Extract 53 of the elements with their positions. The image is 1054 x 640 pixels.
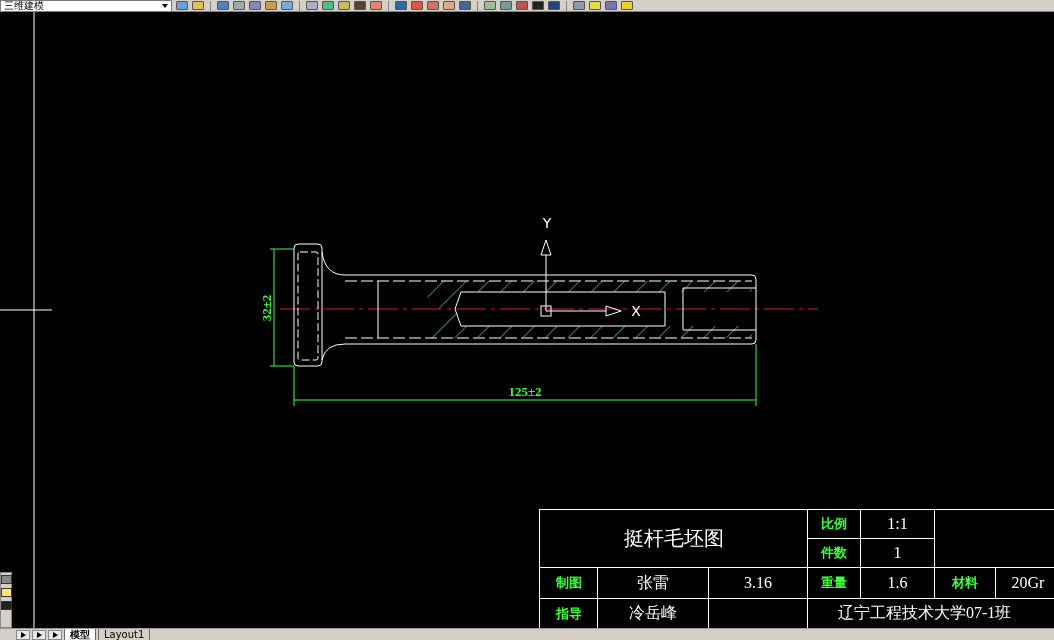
toolbar-icon[interactable]	[605, 1, 617, 10]
palette-icon[interactable]	[0, 601, 12, 610]
toolbar-icon[interactable]	[306, 1, 318, 10]
toolbar-icon[interactable]	[573, 1, 585, 10]
toolbar-icon[interactable]	[338, 1, 350, 10]
toolbar-icon[interactable]	[484, 1, 496, 10]
title-block-value: 20Gr	[996, 568, 1054, 598]
tab-scroll-button[interactable]	[32, 629, 46, 640]
toolbar-icon[interactable]	[548, 1, 560, 10]
title-block-value: 1:1	[861, 510, 934, 538]
tab-scroll-button[interactable]	[48, 629, 62, 640]
toolbar-icon[interactable]	[233, 1, 245, 10]
tab-scroll-button[interactable]	[16, 629, 30, 640]
title-block-value: 辽宁工程技术大学07-1班	[808, 599, 1054, 628]
axis-label: Y	[542, 215, 552, 231]
toolbar-icon[interactable]	[322, 1, 334, 10]
toolbar-icon[interactable]	[443, 1, 455, 10]
title-block-label: 制图	[540, 568, 597, 598]
toolbar-icon[interactable]	[249, 1, 261, 10]
title-block-label: 材料	[935, 568, 995, 598]
layout-tab[interactable]: 模型	[64, 628, 96, 640]
title-block-label: 件数	[808, 539, 860, 567]
toolbar-icon[interactable]	[192, 1, 204, 10]
toolbar-icon[interactable]	[265, 1, 277, 10]
title-block-value: 1.6	[861, 568, 934, 598]
triangle-icon	[36, 631, 42, 638]
ucs-icon	[540, 239, 622, 317]
title-block-value: 张雷	[598, 568, 708, 598]
toolbar-icon[interactable]	[500, 1, 512, 10]
title-block-label: 重量	[808, 568, 860, 598]
drawing-title: 挺杆毛坯图	[540, 510, 807, 567]
title-block-value: 1	[861, 539, 934, 567]
toolbar-icon[interactable]	[621, 1, 633, 10]
toolbar-icon[interactable]	[370, 1, 382, 10]
toolbar-icon[interactable]	[589, 1, 601, 10]
workspace-dropdown[interactable]: 三维建模	[0, 0, 172, 11]
layout-tab[interactable]: Layout1	[98, 628, 151, 640]
toolbar-icon[interactable]	[354, 1, 366, 10]
toolbar-icon[interactable]	[176, 1, 188, 10]
triangle-icon	[52, 631, 58, 638]
horizontal-dimension: 125±2	[293, 343, 757, 407]
toolbar-icon[interactable]	[532, 1, 544, 10]
title-block-value: 冷岳峰	[598, 599, 708, 628]
toolbar-icon[interactable]	[427, 1, 439, 10]
title-block-label: 比例	[808, 510, 860, 538]
palette-icon[interactable]	[0, 588, 12, 597]
title-block-value: 3.16	[709, 568, 807, 598]
caret-icon	[162, 3, 168, 8]
title-block-label: 指导	[540, 599, 597, 628]
vertical-dimension: 32±2	[259, 248, 295, 367]
triangle-icon	[20, 631, 26, 638]
axis-label: X	[631, 303, 641, 319]
toolbar-icon[interactable]	[281, 1, 293, 10]
